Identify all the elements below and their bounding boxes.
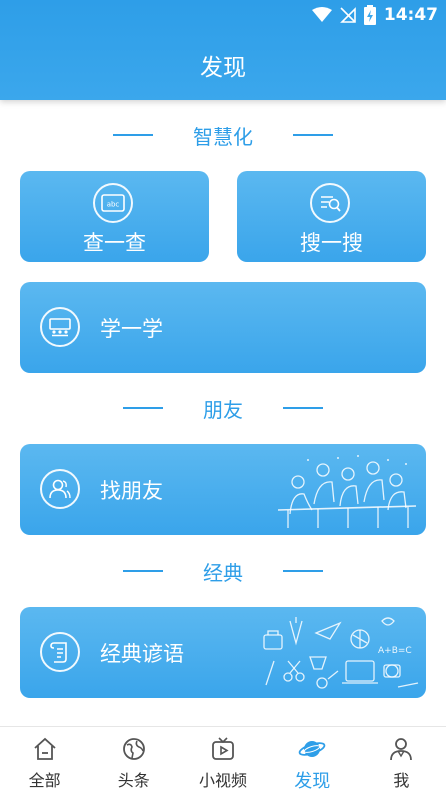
check-card-label: 查一查 xyxy=(83,231,146,255)
section-divider xyxy=(123,570,163,572)
people-at-table-illustration xyxy=(278,455,417,528)
find-friends-card[interactable]: 找朋友 xyxy=(20,444,426,535)
tab-label: 我 xyxy=(393,771,410,790)
section-divider xyxy=(283,407,323,409)
search-doc-icon xyxy=(310,183,350,223)
scroll-icon xyxy=(40,632,80,672)
status-bar: 14:47 xyxy=(311,4,438,26)
no-signal-icon xyxy=(339,7,356,23)
tab-label: 小视频 xyxy=(199,771,248,790)
bottom-tab-bar: 全部 头条 小视频 发现 我 xyxy=(0,726,446,794)
section-divider xyxy=(113,134,153,136)
section-divider xyxy=(283,570,323,572)
learn-card-label: 学一学 xyxy=(100,317,163,341)
people-icon xyxy=(40,469,80,509)
section-header-classics: 经典 xyxy=(0,556,446,586)
check-card[interactable]: abc 查一查 xyxy=(20,171,209,262)
find-friends-card-label: 找朋友 xyxy=(100,479,163,503)
home-icon xyxy=(31,735,59,763)
tab-label: 全部 xyxy=(28,771,61,790)
tab-me[interactable]: 我 xyxy=(357,727,446,794)
tab-headlines[interactable]: 头条 xyxy=(89,727,178,794)
tab-label: 头条 xyxy=(117,771,150,790)
school-supplies-illustration: A+B=C xyxy=(263,617,419,689)
user-icon xyxy=(387,735,415,763)
tab-all[interactable]: 全部 xyxy=(0,727,89,794)
section-divider xyxy=(293,134,333,136)
proverbs-card[interactable]: 经典谚语 A+B=C xyxy=(20,607,426,698)
classroom-icon xyxy=(40,307,80,347)
search-card[interactable]: 搜一搜 xyxy=(237,171,426,262)
abc-board-icon: abc xyxy=(93,183,133,223)
status-time: 14:47 xyxy=(383,5,438,25)
section-title-smart: 智慧化 xyxy=(193,124,253,149)
wifi-icon xyxy=(311,7,332,23)
tab-short-video[interactable]: 小视频 xyxy=(178,727,267,794)
search-card-label: 搜一搜 xyxy=(300,231,363,255)
globe-icon xyxy=(120,735,148,763)
section-divider xyxy=(123,407,163,409)
tab-label: 发现 xyxy=(294,771,331,792)
battery-charging-icon xyxy=(363,5,376,25)
learn-card[interactable]: 学一学 xyxy=(20,282,426,373)
tab-discover[interactable]: 发现 xyxy=(268,727,357,794)
section-title-friends: 朋友 xyxy=(203,397,243,422)
section-header-friends: 朋友 xyxy=(0,393,446,423)
section-header-smart: 智慧化 xyxy=(0,120,446,150)
planet-icon xyxy=(298,735,326,763)
page-title: 发现 xyxy=(200,55,246,81)
proverbs-card-label: 经典谚语 xyxy=(100,642,184,666)
svg-text:A+B=C: A+B=C xyxy=(378,646,412,656)
video-icon xyxy=(209,735,237,763)
discover-screen: 14:47 发现 智慧化 abc 查一查 搜一搜 学一学 朋友 找朋友 经典 经… xyxy=(0,0,446,794)
svg-text:abc: abc xyxy=(107,201,120,209)
section-title-classics: 经典 xyxy=(203,560,243,585)
app-header: 14:47 发现 xyxy=(0,0,446,100)
